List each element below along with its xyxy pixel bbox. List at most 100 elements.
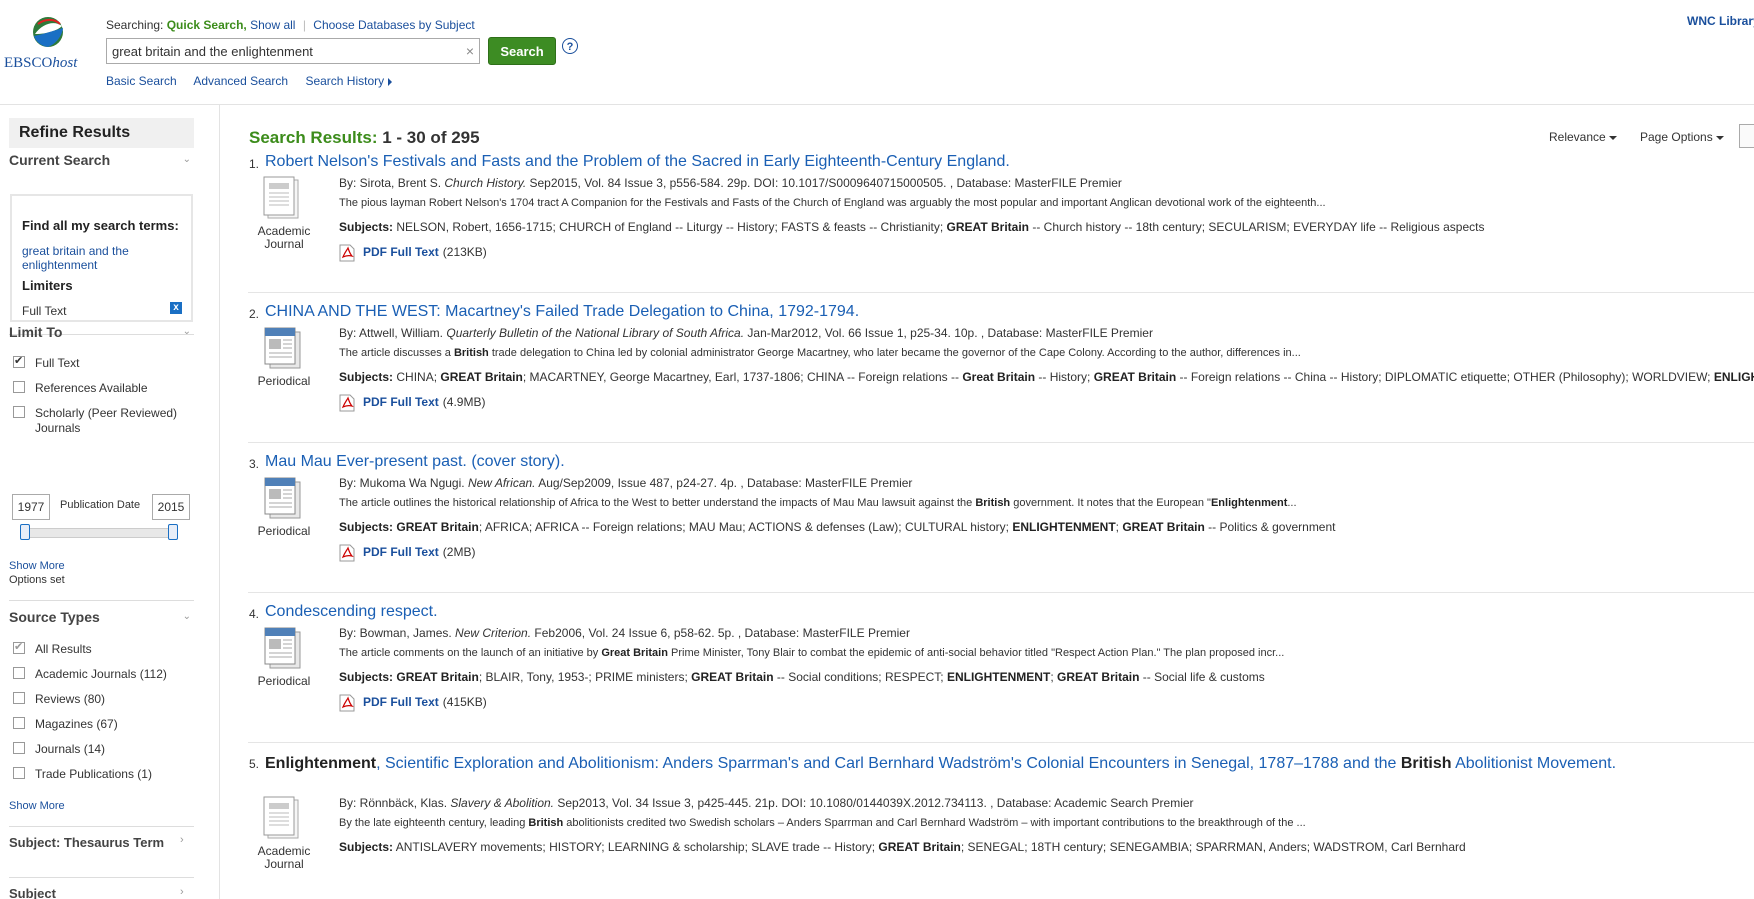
date-range-slider[interactable] <box>20 528 176 538</box>
remove-limiter-icon[interactable]: x <box>170 302 182 314</box>
checkbox[interactable] <box>13 742 25 754</box>
limit-to-label: Limit To <box>9 324 63 340</box>
checkbox[interactable] <box>13 640 25 654</box>
result-title-link[interactable]: Condescending respect. <box>265 603 438 621</box>
source-show-more-link[interactable]: Show More <box>9 800 65 812</box>
periodical-icon[interactable] <box>260 324 308 372</box>
date-to-input[interactable]: 2015 <box>152 494 190 520</box>
source-journals[interactable]: Journals (14) <box>13 742 105 756</box>
subject-highlight: ENLIGHTENMENT <box>1012 520 1116 534</box>
pdf-icon[interactable] <box>339 694 363 712</box>
basic-search-link[interactable]: Basic Search <box>106 74 177 88</box>
checkbox-label: Reviews <box>35 692 81 706</box>
current-search-heading[interactable]: Current Search ⌄ <box>9 152 194 168</box>
publication-type: Academic Journal <box>257 844 311 871</box>
journal-icon[interactable] <box>260 174 308 222</box>
subject-heading[interactable]: Subject <box>9 886 194 899</box>
checkbox-label: Academic Journals <box>35 667 137 681</box>
search-history-label: Search History <box>305 74 385 88</box>
limit-to-heading[interactable]: Limit To ⌄ <box>9 324 194 340</box>
subject-highlight: ENLIGHTENMENT <box>1713 370 1754 384</box>
pdf-full-text-link[interactable]: PDF Full Text <box>363 695 439 709</box>
source-magazines[interactable]: Magazines (67) <box>13 717 118 731</box>
result-source: Church History. <box>444 176 527 190</box>
sort-dropdown[interactable]: Relevance <box>1549 130 1617 144</box>
subject-thesaurus-heading[interactable]: Subject: Thesaurus Term <box>9 834 169 851</box>
result-title-link[interactable]: Robert Nelson's Festivals and Fasts and … <box>265 153 1010 171</box>
source-all-results[interactable]: All Results <box>13 640 92 656</box>
journal-icon[interactable] <box>260 794 308 842</box>
result-title-link[interactable]: Enlightenment, Scientific Exploration an… <box>248 753 1718 774</box>
header: EBSCOhost Searching: Quick Search, Show … <box>0 0 1754 105</box>
date-from-input[interactable]: 1977 <box>12 494 50 520</box>
limit-references-checkbox[interactable]: References Available <box>13 381 148 395</box>
help-icon[interactable]: ? <box>562 38 578 54</box>
source-academic-journals[interactable]: Academic Journals (112) <box>13 667 167 681</box>
org-link[interactable]: WNC Library <box>1687 14 1754 28</box>
current-search-label: Current Search <box>9 152 111 168</box>
result-source: New African. <box>467 476 536 490</box>
search-terms-link[interactable]: great britain and the enlightenment <box>22 244 182 272</box>
pdf-full-text-link[interactable]: PDF Full Text <box>363 245 439 259</box>
checkbox[interactable] <box>13 406 25 418</box>
clear-search-icon[interactable]: × <box>466 43 474 59</box>
result-author: By: Mukoma Wa Ngugi. <box>339 476 468 490</box>
choose-databases-link[interactable]: Choose Databases by Subject <box>313 18 474 32</box>
pdf-icon[interactable] <box>339 244 363 262</box>
subject-highlight: GREAT Britain <box>691 670 774 684</box>
source-trade-publications[interactable]: Trade Publications (1) <box>13 767 152 781</box>
show-all-link[interactable]: Show all <box>250 18 295 32</box>
subject-text: -- Social conditions; RESPECT; <box>773 670 947 684</box>
ebsco-logo[interactable]: EBSCOhost <box>4 16 90 76</box>
chevron-down-icon: ⌄ <box>182 326 191 337</box>
checkbox[interactable] <box>13 767 25 779</box>
slider-handle-end[interactable] <box>168 524 178 540</box>
sort-label: Relevance <box>1549 130 1606 144</box>
pdf-full-text-link[interactable]: PDF Full Text <box>363 545 439 559</box>
result-details: Sep2015, Vol. 84 Issue 3, p556-584. 29p.… <box>526 176 1122 190</box>
source-types-heading[interactable]: Source Types ⌄ <box>9 609 194 625</box>
slider-handle-start[interactable] <box>20 524 30 540</box>
pdf-full-text-link[interactable]: PDF Full Text <box>363 395 439 409</box>
globe-logo-icon <box>33 17 63 47</box>
search-mode-links: Basic Search Advanced Search Search Hist… <box>106 74 406 88</box>
search-input[interactable] <box>112 42 452 60</box>
result-meta: By: Sirota, Brent S. Church History. Sep… <box>339 176 1122 190</box>
checkbox-label: Magazines <box>35 717 94 731</box>
searching-label: Searching: <box>106 18 164 32</box>
publication-type: Periodical <box>257 674 311 688</box>
search-history-link[interactable]: Search History <box>305 74 393 88</box>
result-details: Jan-Mar2012, Vol. 66 Issue 1, p25-34. 10… <box>744 326 1153 340</box>
limit-show-more-link[interactable]: Show More <box>9 560 65 572</box>
page-options-dropdown[interactable]: Page Options <box>1640 130 1724 144</box>
pdf-icon[interactable] <box>339 544 363 562</box>
checkbox[interactable] <box>13 354 25 368</box>
checkbox[interactable] <box>13 667 25 679</box>
periodical-icon[interactable] <box>260 624 308 672</box>
limit-scholarly-label-line2: Journals <box>35 421 81 435</box>
limit-full-text-checkbox[interactable]: Full Text <box>13 354 79 370</box>
checkbox[interactable] <box>13 381 25 393</box>
advanced-search-link[interactable]: Advanced Search <box>193 74 288 88</box>
record-divider <box>248 592 1754 593</box>
result-source: New Criterion. <box>455 626 532 640</box>
search-button[interactable]: Search <box>488 37 556 65</box>
share-button[interactable] <box>1739 124 1754 148</box>
checkbox[interactable] <box>13 692 25 704</box>
limit-scholarly-checkbox[interactable]: Scholarly (Peer Reviewed) <box>13 406 177 420</box>
periodical-icon[interactable] <box>260 474 308 522</box>
checkbox[interactable] <box>13 717 25 729</box>
source-reviews[interactable]: Reviews (80) <box>13 692 105 706</box>
subject-text: ; <box>1050 670 1057 684</box>
page-options-label: Page Options <box>1640 130 1713 144</box>
searching-line: Searching: Quick Search, Show all | Choo… <box>106 18 475 32</box>
subject-thesaurus-label: Subject: Thesaurus Term <box>9 835 165 850</box>
subject-text: ; SENEGAL; 18TH century; SENEGAMBIA; SPA… <box>960 840 1466 854</box>
subject-highlight: ENLIGHTENMENT <box>946 670 1051 684</box>
result-title-link[interactable]: CHINA AND THE WEST: Macartney's Failed T… <box>265 303 859 321</box>
pdf-icon[interactable] <box>339 394 363 412</box>
pdf-size: (4.9MB) <box>442 395 486 410</box>
result-title-link[interactable]: Mau Mau Ever-present past. (cover story)… <box>265 453 565 471</box>
subject-text: -- Politics & government <box>1204 520 1336 534</box>
caret-right-icon <box>388 77 393 86</box>
